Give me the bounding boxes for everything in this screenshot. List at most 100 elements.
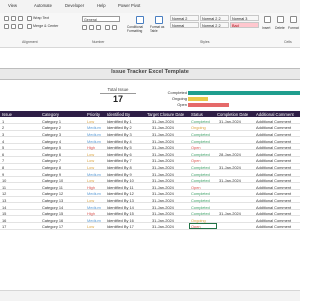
- align-right-icon[interactable]: [18, 24, 23, 29]
- merge-center-button[interactable]: Merge & Center: [33, 24, 58, 28]
- cell-status[interactable]: Completed: [191, 132, 210, 137]
- cell-completion-date[interactable]: 28-Jan-2024: [219, 152, 241, 157]
- cell-comment[interactable]: Additional Comment: [256, 205, 291, 210]
- cell-identified-by[interactable]: Identified By 7: [107, 158, 132, 163]
- cell-category[interactable]: Category 15: [42, 211, 63, 216]
- cell-target-date[interactable]: 31-Jan-2024: [152, 145, 174, 150]
- cell-target-date[interactable]: 31-Jan-2024: [152, 224, 174, 229]
- cell-category[interactable]: Category 1: [42, 119, 61, 124]
- cell-category[interactable]: Category 5: [42, 145, 61, 150]
- percent-icon[interactable]: [89, 25, 94, 30]
- cell-identified-by[interactable]: Identified By 2: [107, 125, 132, 130]
- cell-category[interactable]: Category 7: [42, 158, 61, 163]
- table-row[interactable]: 2 Category 2 Medium Identified By 2 31-Jan-2…: [0, 125, 300, 131]
- cell-comment[interactable]: Additional Comment: [256, 178, 291, 183]
- menu-automate[interactable]: Automate: [34, 3, 52, 8]
- cell-target-date[interactable]: 31-Jan-2024: [152, 165, 174, 170]
- format-as-table-button[interactable]: Format as Table: [150, 25, 170, 34]
- wrap-text-button[interactable]: Wrap Text: [33, 16, 49, 20]
- decrease-decimal-icon[interactable]: [112, 25, 117, 30]
- cell-priority[interactable]: High: [87, 185, 95, 190]
- wrap-text-icon[interactable]: [27, 16, 32, 21]
- table-row[interactable]: 7 Category 7 Low Identified By 7 31-Jan-2024…: [0, 158, 300, 164]
- cell-target-date[interactable]: 31-Jan-2024: [152, 172, 174, 177]
- align-middle-icon[interactable]: [11, 16, 16, 21]
- cell-identified-by[interactable]: Identified By 5: [107, 145, 132, 150]
- style-normal-3[interactable]: Normal 3: [230, 15, 259, 21]
- cell-comment[interactable]: Additional Comment: [256, 224, 291, 229]
- cell-issue[interactable]: 9: [2, 172, 4, 177]
- cell-priority[interactable]: Low: [87, 198, 94, 203]
- currency-icon[interactable]: [82, 25, 87, 30]
- cell-priority[interactable]: Medium: [87, 125, 101, 130]
- cell-priority[interactable]: Medium: [87, 205, 101, 210]
- cell-comment[interactable]: Additional Comment: [256, 218, 291, 223]
- cell-identified-by[interactable]: Identified By 8: [107, 165, 132, 170]
- cell-status[interactable]: Completed: [191, 191, 210, 196]
- cell-identified-by[interactable]: Identified By 1: [107, 119, 132, 124]
- active-cell-dropdown[interactable]: [189, 223, 217, 230]
- cell-target-date[interactable]: 31-Jan-2024: [152, 178, 174, 183]
- style-normal-2[interactable]: Normal 2: [170, 15, 199, 21]
- cell-status[interactable]: Open: [191, 185, 201, 190]
- cell-category[interactable]: Category 17: [42, 224, 63, 229]
- cell-issue[interactable]: 1: [2, 119, 4, 124]
- column-status[interactable]: Status: [191, 112, 203, 117]
- cell-issue[interactable]: 10: [2, 178, 6, 183]
- cell-issue[interactable]: 14: [2, 205, 6, 210]
- style-normal[interactable]: Normal: [170, 22, 199, 28]
- cell-issue[interactable]: 12: [2, 191, 6, 196]
- cell-status[interactable]: Completed: [191, 152, 210, 157]
- cell-target-date[interactable]: 31-Jan-2024: [152, 185, 174, 190]
- cell-priority[interactable]: Medium: [87, 132, 101, 137]
- table-row[interactable]: 15 Category 15 High Identified By 15 31-Jan-…: [0, 210, 300, 217]
- cell-category[interactable]: Category 4: [42, 139, 61, 144]
- table-row[interactable]: 1 Category 1 Low Identified By 1 31-Jan-2024…: [0, 118, 300, 124]
- cell-priority[interactable]: Low: [87, 152, 94, 157]
- cell-priority[interactable]: Low: [87, 119, 94, 124]
- cell-identified-by[interactable]: Identified By 11: [107, 185, 134, 190]
- cell-status[interactable]: Open: [191, 145, 201, 150]
- table-row[interactable]: 13 Category 13 Low Identified By 13 31-Jan-2…: [0, 197, 300, 204]
- cell-identified-by[interactable]: Identified By 3: [107, 132, 132, 137]
- table-row[interactable]: 5 Category 5 High Identified By 5 31-Jan-202…: [0, 144, 300, 151]
- cell-status[interactable]: Completed: [191, 198, 210, 203]
- cell-comment[interactable]: Additional Comment: [256, 185, 291, 190]
- insert-button[interactable]: Insert: [262, 26, 270, 30]
- delete-button[interactable]: Delete: [275, 26, 285, 30]
- cell-category[interactable]: Category 8: [42, 165, 61, 170]
- cell-issue[interactable]: 13: [2, 198, 6, 203]
- cell-status[interactable]: Completed: [191, 172, 210, 177]
- cell-issue[interactable]: 11: [2, 185, 6, 190]
- insert-cells-icon[interactable]: [264, 16, 271, 23]
- cell-category[interactable]: Category 11: [42, 185, 63, 190]
- cell-completion-date[interactable]: 31-Jan-2024: [219, 211, 241, 216]
- table-row[interactable]: 14 Category 14 Medium Identified By 14 31-Ja…: [0, 204, 300, 210]
- cell-target-date[interactable]: 31-Jan-2024: [152, 191, 174, 196]
- cell-target-date[interactable]: 31-Jan-2024: [152, 139, 174, 144]
- cell-comment[interactable]: Additional Comment: [256, 158, 291, 163]
- cell-status[interactable]: Ongoing: [191, 218, 206, 223]
- menu-power-pivot[interactable]: Power Pivot: [118, 3, 140, 8]
- cell-priority[interactable]: High: [87, 211, 95, 216]
- cell-category[interactable]: Category 9: [42, 172, 61, 177]
- cell-priority[interactable]: Medium: [87, 191, 101, 196]
- cell-issue[interactable]: 7: [2, 158, 4, 163]
- table-row[interactable]: 11 Category 11 High Identified By 11 31-Jan-…: [0, 184, 300, 190]
- menu-developer[interactable]: Developer: [65, 3, 84, 8]
- cell-identified-by[interactable]: Identified By 13: [107, 198, 134, 203]
- table-row[interactable]: 12 Category 12 Medium Identified By 12 31-Ja…: [0, 191, 300, 197]
- cell-completion-date[interactable]: 31-Jan-2024: [219, 178, 241, 183]
- column-target-closure-date[interactable]: Target Closure Date: [147, 112, 184, 117]
- cell-status[interactable]: Completed: [191, 178, 210, 183]
- format-as-table-icon[interactable]: [155, 16, 163, 24]
- style-normal-2-2-b[interactable]: Normal 2 2: [200, 22, 229, 28]
- cell-priority[interactable]: Medium: [87, 139, 101, 144]
- cell-category[interactable]: Category 2: [42, 125, 61, 130]
- merge-center-icon[interactable]: [27, 24, 32, 29]
- cell-target-date[interactable]: 31-Jan-2024: [152, 158, 174, 163]
- table-row[interactable]: 10 Category 10 Low Identified By 10 31-Jan-2…: [0, 177, 300, 184]
- cell-identified-by[interactable]: Identified By 15: [107, 211, 134, 216]
- column-category[interactable]: Category: [42, 112, 59, 117]
- cell-issue[interactable]: 4: [2, 139, 4, 144]
